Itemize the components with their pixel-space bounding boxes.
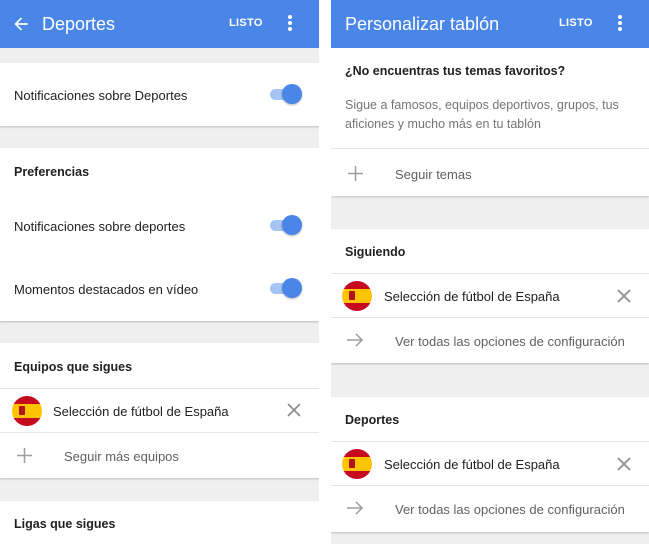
teams-title: Equipos que sigues — [14, 360, 133, 374]
page-title: Personalizar tablón — [345, 14, 500, 34]
close-icon[interactable] — [617, 289, 631, 303]
sports-notifications-toggle[interactable] — [268, 215, 302, 235]
follow-more-teams-button[interactable]: Seguir más equipos — [64, 449, 179, 464]
plus-icon[interactable] — [347, 165, 364, 182]
favorites-description: Sigue a famosos, equipos deportivos, gru… — [345, 98, 619, 131]
view-all-settings-button[interactable]: Ver todas las opciones de configuración — [395, 334, 625, 349]
spain-flag-icon — [12, 396, 42, 426]
arrow-right-icon[interactable] — [346, 501, 364, 515]
sports-title: Deportes — [345, 413, 400, 427]
sports-notifications-label: Notificaciones sobre deportes — [14, 219, 186, 234]
spain-flag-icon — [342, 449, 372, 479]
app-bar: Deportes LISTO — [0, 0, 319, 48]
view-all-settings-button[interactable]: Ver todas las opciones de configuración — [395, 502, 625, 517]
close-icon[interactable] — [287, 403, 301, 417]
more-vert-icon[interactable] — [287, 15, 293, 33]
close-icon[interactable] — [617, 457, 631, 471]
divider — [0, 432, 319, 433]
divider — [331, 148, 649, 149]
video-highlights-toggle[interactable] — [268, 278, 302, 298]
notifications-toggle[interactable] — [268, 84, 302, 104]
customize-board-panel: Personalizar tablón LISTO ¿No encuentras… — [331, 0, 649, 544]
team-name[interactable]: Selección de fútbol de España — [384, 457, 560, 472]
divider — [0, 388, 319, 389]
done-button[interactable]: LISTO — [229, 17, 263, 29]
following-title: Siguiendo — [345, 245, 406, 259]
preferences-title: Preferencias — [14, 165, 90, 179]
following-card: Siguiendo Selección de fútbol de España … — [331, 229, 649, 363]
app-bar: Personalizar tablón LISTO — [331, 0, 649, 48]
plus-icon[interactable] — [16, 447, 33, 464]
divider — [331, 273, 649, 274]
video-highlights-label: Momentos destacados en vídeo — [14, 282, 199, 297]
follow-topics-button[interactable]: Seguir temas — [395, 167, 472, 182]
divider — [331, 317, 649, 318]
back-arrow-icon[interactable] — [11, 14, 31, 34]
sports-settings-panel: Deportes LISTO Notificaciones sobre Depo… — [0, 0, 319, 544]
page-title: Deportes — [42, 14, 116, 34]
divider — [331, 485, 649, 486]
team-name[interactable]: Selección de fútbol de España — [53, 404, 229, 419]
leagues-title: Ligas que sigues — [14, 517, 116, 531]
divider — [331, 441, 649, 442]
spain-flag-icon — [342, 281, 372, 311]
more-vert-icon[interactable] — [617, 15, 623, 33]
done-button[interactable]: LISTO — [559, 17, 593, 29]
team-name[interactable]: Selección de fútbol de España — [384, 289, 560, 304]
notifications-card: Notificaciones sobre Deportes — [0, 63, 319, 126]
notifications-label: Notificaciones sobre Deportes — [14, 88, 188, 103]
teams-card: Equipos que sigues Selección de fútbol d… — [0, 343, 319, 478]
arrow-right-icon[interactable] — [346, 333, 364, 347]
preferences-card: Preferencias Notificaciones sobre deport… — [0, 148, 319, 321]
favorites-title: ¿No encuentras tus temas favoritos? — [345, 64, 566, 78]
sports-card: Deportes Selección de fútbol de España V… — [331, 397, 649, 532]
leagues-card: Ligas que sigues — [0, 501, 319, 544]
favorites-card: ¿No encuentras tus temas favoritos? Sigu… — [331, 48, 649, 196]
